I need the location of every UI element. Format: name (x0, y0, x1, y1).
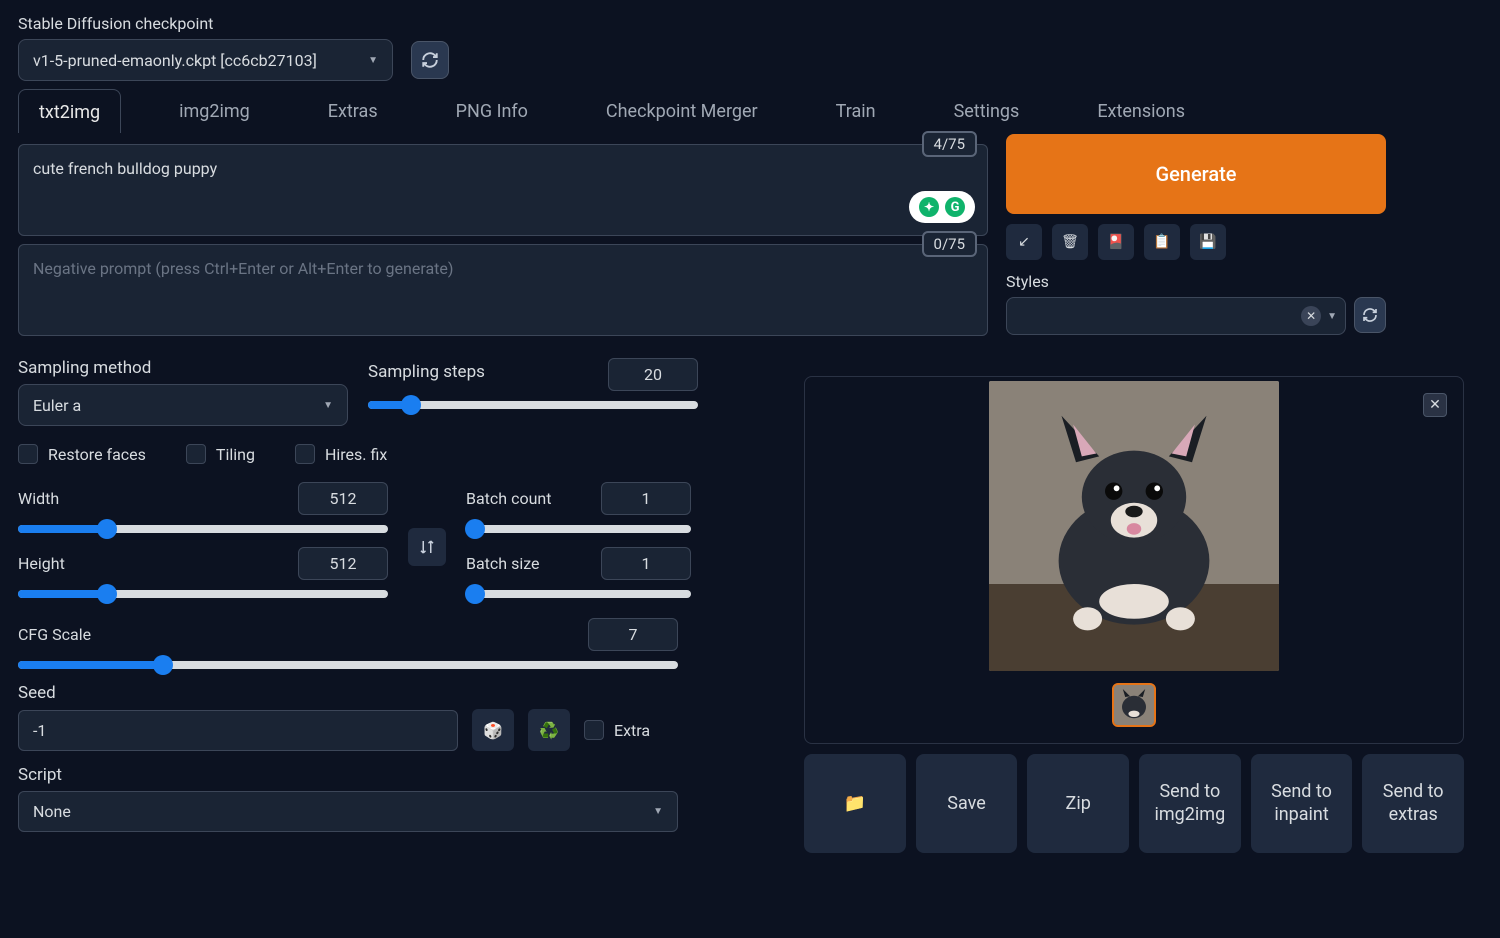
open-folder-button[interactable]: 📁 (804, 754, 906, 853)
styles-label: Styles (1006, 272, 1386, 291)
script-label: Script (18, 765, 678, 785)
generated-image-content (989, 381, 1279, 671)
width-value[interactable]: 512 (298, 482, 388, 515)
output-thumbnail[interactable] (1112, 683, 1156, 727)
height-slider[interactable] (18, 590, 388, 598)
seed-random-button[interactable]: 🎲 (472, 709, 514, 751)
swap-dimensions-button[interactable] (408, 528, 446, 566)
output-gallery: ✕ (804, 376, 1464, 744)
save-style-button[interactable]: 💾 (1190, 224, 1226, 260)
checkpoint-select[interactable]: v1-5-pruned-emaonly.ckpt [cc6cb27103] ▼ (18, 39, 393, 81)
neg-prompt-placeholder: Negative prompt (press Ctrl+Enter or Alt… (33, 259, 453, 278)
save-button[interactable]: Save (916, 754, 1018, 853)
refresh-checkpoint-button[interactable] (411, 41, 449, 79)
send-to-extras-button[interactable]: Send to extras (1362, 754, 1464, 853)
prompt-token-counter: 4/75 (922, 131, 977, 157)
height-value[interactable]: 512 (298, 547, 388, 580)
recycle-icon: ♻️ (539, 721, 559, 740)
chevron-down-icon: ▼ (368, 55, 378, 66)
batch-size-label: Batch size (466, 554, 540, 573)
batch-size-slider[interactable] (466, 590, 691, 598)
close-output-button[interactable]: ✕ (1423, 393, 1447, 417)
seed-extra-label: Extra (614, 721, 650, 740)
cfg-label: CFG Scale (18, 625, 91, 644)
refresh-icon (1362, 307, 1378, 323)
tab-img2img[interactable]: img2img (159, 89, 270, 133)
width-label: Width (18, 489, 59, 508)
plus-icon: ✦ (919, 197, 939, 217)
cfg-value[interactable]: 7 (588, 618, 678, 651)
batch-count-slider[interactable] (466, 525, 691, 533)
clipboard-icon: 📋 (1153, 234, 1170, 250)
trash-icon: 🗑 (1061, 234, 1079, 250)
tab-settings[interactable]: Settings (934, 89, 1040, 133)
height-label: Height (18, 554, 65, 573)
seed-recycle-button[interactable]: ♻️ (528, 709, 570, 751)
zip-button[interactable]: Zip (1027, 754, 1129, 853)
chevron-down-icon: ▼ (1327, 311, 1337, 322)
batch-size-value[interactable]: 1 (601, 547, 691, 580)
negative-prompt-input[interactable]: 0/75 Negative prompt (press Ctrl+Enter o… (18, 244, 988, 336)
script-select[interactable]: None ▼ (18, 791, 678, 832)
sampling-steps-value[interactable]: 20 (608, 358, 698, 391)
restore-faces-checkbox[interactable]: Restore faces (18, 444, 146, 464)
hires-fix-label: Hires. fix (325, 445, 387, 464)
grammar-badge[interactable]: ✦ G (909, 191, 975, 223)
apply-style-button[interactable] (1354, 297, 1386, 333)
prompt-text: cute french bulldog puppy (33, 159, 217, 178)
arrow-down-left-icon: ↙ (1018, 234, 1030, 250)
hires-fix-checkbox[interactable]: Hires. fix (295, 444, 387, 464)
generate-button[interactable]: Generate (1006, 134, 1386, 214)
main-tabs: txt2img img2img Extras PNG Info Checkpoi… (0, 89, 1500, 134)
extra-networks-button[interactable]: 🎴 (1098, 224, 1134, 260)
batch-count-label: Batch count (466, 489, 551, 508)
refresh-icon (421, 51, 439, 69)
send-to-img2img-button[interactable]: Send to img2img (1139, 754, 1241, 853)
checkpoint-value: v1-5-pruned-emaonly.ckpt [cc6cb27103] (33, 51, 317, 70)
output-image[interactable] (989, 381, 1279, 671)
read-params-button[interactable]: ↙ (1006, 224, 1042, 260)
g-icon: G (945, 197, 965, 217)
seed-extra-checkbox[interactable]: Extra (584, 720, 650, 740)
checkpoint-label: Stable Diffusion checkpoint (18, 14, 1482, 33)
tiling-label: Tiling (216, 445, 255, 464)
seed-input[interactable]: -1 (18, 710, 458, 751)
chevron-down-icon: ▼ (653, 806, 663, 817)
width-slider[interactable] (18, 525, 388, 533)
batch-count-value[interactable]: 1 (601, 482, 691, 515)
chevron-down-icon: ▼ (323, 400, 333, 411)
folder-icon: 📁 (844, 792, 866, 815)
clear-styles-icon[interactable]: ✕ (1301, 306, 1321, 326)
tab-train[interactable]: Train (816, 89, 896, 133)
tab-pnginfo[interactable]: PNG Info (436, 89, 548, 133)
cfg-slider[interactable] (18, 661, 678, 669)
sampling-steps-slider[interactable] (368, 401, 698, 409)
thumbnail-content (1114, 685, 1154, 725)
neg-prompt-token-counter: 0/75 (922, 231, 977, 257)
paste-button[interactable]: 📋 (1144, 224, 1180, 260)
prompt-input[interactable]: 4/75 cute french bulldog puppy ✦ G (18, 144, 988, 236)
sampling-method-value: Euler a (33, 396, 81, 415)
sampling-steps-label: Sampling steps (368, 362, 485, 382)
tab-checkpoint-merger[interactable]: Checkpoint Merger (586, 89, 778, 133)
tab-extras[interactable]: Extras (308, 89, 398, 133)
send-to-inpaint-button[interactable]: Send to inpaint (1251, 754, 1353, 853)
tab-txt2img[interactable]: txt2img (18, 89, 121, 133)
dice-icon: 🎲 (483, 721, 503, 740)
restore-faces-label: Restore faces (48, 445, 146, 464)
swap-icon (418, 538, 436, 556)
sampling-method-select[interactable]: Euler a ▼ (18, 384, 348, 426)
clear-prompt-button[interactable]: 🗑 (1052, 224, 1088, 260)
seed-label: Seed (18, 683, 678, 703)
card-icon: 🎴 (1107, 234, 1124, 250)
tab-extensions[interactable]: Extensions (1077, 89, 1205, 133)
sampling-method-label: Sampling method (18, 358, 348, 378)
tiling-checkbox[interactable]: Tiling (186, 444, 255, 464)
save-icon: 💾 (1199, 234, 1216, 250)
script-value: None (33, 802, 71, 821)
styles-select[interactable]: ✕ ▼ (1006, 297, 1346, 335)
